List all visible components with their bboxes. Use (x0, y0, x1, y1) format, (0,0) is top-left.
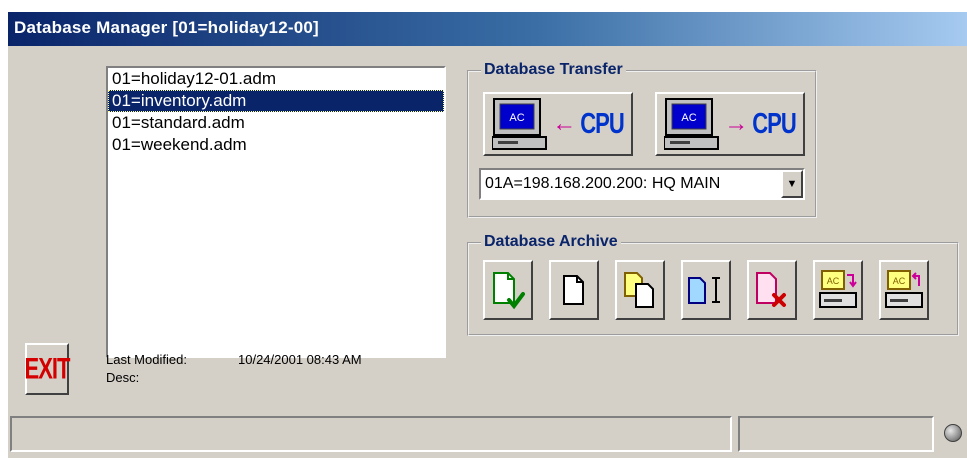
arrow-right-icon: → (724, 110, 749, 137)
arrow-left-icon: ← (552, 110, 577, 137)
cpu-label: CPU (752, 107, 796, 140)
screen-label: AC (510, 112, 525, 124)
screen-label: AC (827, 276, 840, 286)
receive-from-cpu-button[interactable]: AC ← CPU (483, 92, 633, 156)
cpu-label: CPU (580, 107, 624, 140)
status-bar-message (10, 416, 732, 452)
database-transfer-group: Database Transfer AC ← CPU AC → CPU 01A=… (467, 61, 817, 218)
archive-import-icon: AC (885, 270, 923, 308)
list-item[interactable]: 01=holiday12-01.adm (108, 68, 444, 90)
target-controller-select[interactable]: 01A=198.168.200.200: HQ MAIN ▼ (479, 168, 805, 200)
screen-label: AC (893, 276, 906, 286)
archive-export-button[interactable]: AC (813, 260, 863, 320)
exit-button-label: EXIT (24, 351, 71, 386)
database-manager-window: Database Manager [01=holiday12-00] 01=ho… (8, 12, 967, 458)
last-modified-label: Last Modified: (106, 352, 187, 367)
copy-document-icon (624, 272, 654, 308)
archive-import-button[interactable]: AC (879, 260, 929, 320)
rename-document-icon (688, 277, 720, 304)
send-to-cpu-button[interactable]: AC → CPU (655, 92, 805, 156)
database-file-list[interactable]: 01=holiday12-01.adm 01=inventory.adm 01=… (106, 66, 446, 358)
target-controller-value: 01A=198.168.200.200: HQ MAIN (485, 175, 721, 192)
delete-database-button[interactable] (747, 260, 797, 320)
list-item[interactable]: 01=inventory.adm (108, 90, 444, 112)
last-modified-value: 10/24/2001 08:43 AM (238, 352, 362, 367)
database-transfer-title: Database Transfer (481, 61, 626, 79)
copy-database-button[interactable] (615, 260, 665, 320)
document-check-icon (493, 272, 525, 310)
rename-database-button[interactable] (681, 260, 731, 320)
list-item[interactable]: 01=standard.adm (108, 112, 444, 134)
window-title: Database Manager [01=holiday12-00] (14, 18, 319, 37)
connection-status-light-icon (944, 424, 962, 442)
database-archive-group: Database Archive AC AC (467, 233, 959, 336)
description-label: Desc: (106, 370, 140, 385)
pc-monitor-icon: AC (492, 98, 548, 150)
delete-document-icon (756, 272, 786, 307)
exit-button[interactable]: EXIT (24, 343, 71, 395)
chevron-down-icon[interactable]: ▼ (781, 170, 803, 198)
new-document-icon (563, 275, 584, 305)
status-bar-secondary (738, 416, 934, 452)
new-database-button[interactable] (549, 260, 599, 320)
title-bar[interactable]: Database Manager [01=holiday12-00] (8, 12, 967, 46)
list-item[interactable]: 01=weekend.adm (108, 134, 444, 156)
archive-export-icon: AC (819, 270, 857, 308)
validate-database-button[interactable] (483, 260, 533, 320)
database-archive-title: Database Archive (481, 233, 621, 251)
pc-monitor-icon: AC (664, 98, 720, 150)
screen-label: AC (682, 112, 697, 124)
